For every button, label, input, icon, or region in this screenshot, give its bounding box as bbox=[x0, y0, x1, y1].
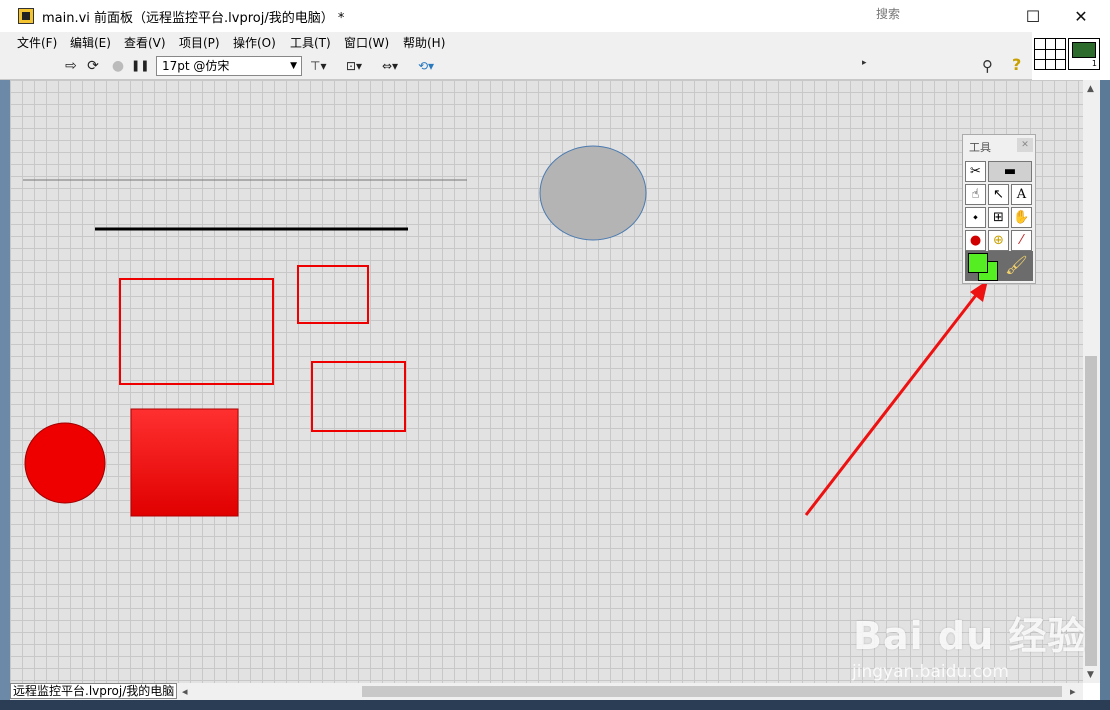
position-tool-icon[interactable]: ↖ bbox=[988, 184, 1009, 205]
search-box[interactable] bbox=[872, 4, 1002, 24]
red-rectangle-outline-small[interactable] bbox=[297, 265, 369, 324]
menu-tools[interactable]: 工具(T) bbox=[290, 34, 331, 51]
project-path-label: 远程监控平台.lvproj/我的电脑 bbox=[10, 683, 178, 699]
connect-wire-tool-icon[interactable]: ⬩ bbox=[965, 207, 986, 228]
watermark-url: jingyan.baidu.com bbox=[852, 662, 1009, 682]
labview-app-icon bbox=[18, 8, 34, 24]
align-objects-icon[interactable]: ⊤▾ bbox=[310, 57, 326, 75]
desktop-background-left bbox=[0, 80, 10, 710]
connector-pane[interactable] bbox=[1034, 38, 1066, 70]
horizontal-scrollbar-thumb[interactable] bbox=[362, 686, 1062, 697]
tools-palette-title: 工具 bbox=[969, 141, 991, 154]
scroll-right-icon[interactable]: ▸ bbox=[1070, 685, 1076, 698]
search-icon[interactable]: ⚲ bbox=[982, 57, 993, 75]
red-rectangle-outline-medium[interactable] bbox=[311, 361, 406, 432]
vi-icon-badge: 1 bbox=[1091, 59, 1097, 68]
context-help-icon[interactable]: ? bbox=[1012, 55, 1021, 74]
font-select-value: 17pt @仿宋 bbox=[162, 59, 230, 73]
menu-file[interactable]: 文件(F) bbox=[17, 34, 57, 51]
scroll-up-icon[interactable]: ▲ bbox=[1087, 84, 1094, 94]
menu-help[interactable]: 帮助(H) bbox=[403, 34, 445, 51]
red-rectangle-outline-large[interactable] bbox=[119, 278, 274, 385]
operate-value-tool-icon[interactable]: ☝ bbox=[965, 184, 986, 205]
probe-tool-icon[interactable]: ⊕ bbox=[988, 230, 1009, 251]
menu-operate[interactable]: 操作(O) bbox=[233, 34, 276, 51]
foreground-color-swatch[interactable] bbox=[968, 253, 988, 273]
red-filled-circle[interactable] bbox=[24, 422, 106, 504]
desktop-background-bottom bbox=[0, 700, 1110, 710]
toolbar: ⇨ ⟳ ● ❚❚ 17pt @仿宋 ▼ ⊤▾ ⊡▾ ⇔▾ ⟲▾ bbox=[0, 52, 1032, 80]
breakpoint-tool-icon[interactable]: ● bbox=[965, 230, 986, 251]
gray-ellipse[interactable] bbox=[539, 145, 647, 241]
menu-bar: 文件(F) 编辑(E) 查看(V) 项目(P) 操作(O) 工具(T) 窗口(W… bbox=[0, 32, 1032, 52]
tools-palette-close-button[interactable]: ✕ bbox=[1017, 138, 1033, 152]
scroll-down-icon[interactable]: ▼ bbox=[1087, 670, 1094, 680]
annotation-arrow-line bbox=[804, 289, 982, 516]
font-select[interactable]: 17pt @仿宋 ▼ bbox=[156, 56, 302, 76]
menu-window[interactable]: 窗口(W) bbox=[344, 34, 389, 51]
maximize-button[interactable]: ☐ bbox=[1010, 0, 1056, 32]
window-title: main.vi 前面板（远程监控平台.lvproj/我的电脑） * bbox=[42, 11, 345, 26]
resize-objects-icon[interactable]: ⇔▾ bbox=[382, 57, 398, 75]
search-expand-icon[interactable]: ▸ bbox=[862, 58, 867, 68]
pause-icon[interactable]: ❚❚ bbox=[131, 57, 149, 75]
chevron-down-icon: ▼ bbox=[290, 61, 297, 71]
distribute-objects-icon[interactable]: ⊡▾ bbox=[346, 57, 362, 75]
scroll-left-icon[interactable]: ◂ bbox=[182, 685, 188, 698]
reorder-icon[interactable]: ⟲▾ bbox=[418, 57, 434, 75]
scroll-window-tool-icon[interactable]: ✋ bbox=[1011, 207, 1032, 228]
front-panel-decorations bbox=[23, 145, 988, 517]
vertical-scrollbar-thumb[interactable] bbox=[1085, 356, 1097, 666]
tools-palette[interactable]: 工具 ✕ ✂ ▬ ☝ ↖ A ⬩ ⊞ ✋ ● ⊕ ⁄ 🖌 bbox=[962, 134, 1036, 284]
run-icon[interactable]: ⇨ bbox=[62, 57, 80, 75]
run-continuously-icon[interactable]: ⟳ bbox=[84, 57, 102, 75]
get-color-tool-icon[interactable]: ⁄ bbox=[1011, 230, 1032, 251]
menu-edit[interactable]: 编辑(E) bbox=[70, 34, 111, 51]
vi-icon[interactable]: 1 bbox=[1068, 38, 1100, 70]
automatic-tool-selection-icon[interactable]: ✂ bbox=[965, 161, 986, 182]
baidu-jingyan-watermark: Bai du 经验 bbox=[853, 614, 1087, 658]
labview-window: main.vi 前面板（远程监控平台.lvproj/我的电脑） * — ☐ ✕ … bbox=[0, 0, 1110, 710]
abort-execution-icon[interactable]: ● bbox=[109, 57, 127, 75]
menu-project[interactable]: 项目(P) bbox=[179, 34, 220, 51]
close-button[interactable]: ✕ bbox=[1058, 0, 1104, 32]
object-shortcut-menu-tool-icon[interactable]: ⊞ bbox=[988, 207, 1009, 228]
search-input[interactable] bbox=[876, 6, 976, 22]
desktop-background-right bbox=[1100, 80, 1110, 710]
front-panel-canvas[interactable] bbox=[10, 80, 1083, 683]
paintbrush-icon[interactable]: 🖌 bbox=[1005, 255, 1028, 276]
menu-view[interactable]: 查看(V) bbox=[124, 34, 166, 51]
red-filled-box[interactable] bbox=[130, 408, 239, 517]
edit-text-tool-icon[interactable]: A bbox=[1011, 184, 1032, 205]
vi-icon-graphic bbox=[1072, 42, 1096, 58]
auto-tool-indicator[interactable]: ▬ bbox=[988, 161, 1032, 182]
